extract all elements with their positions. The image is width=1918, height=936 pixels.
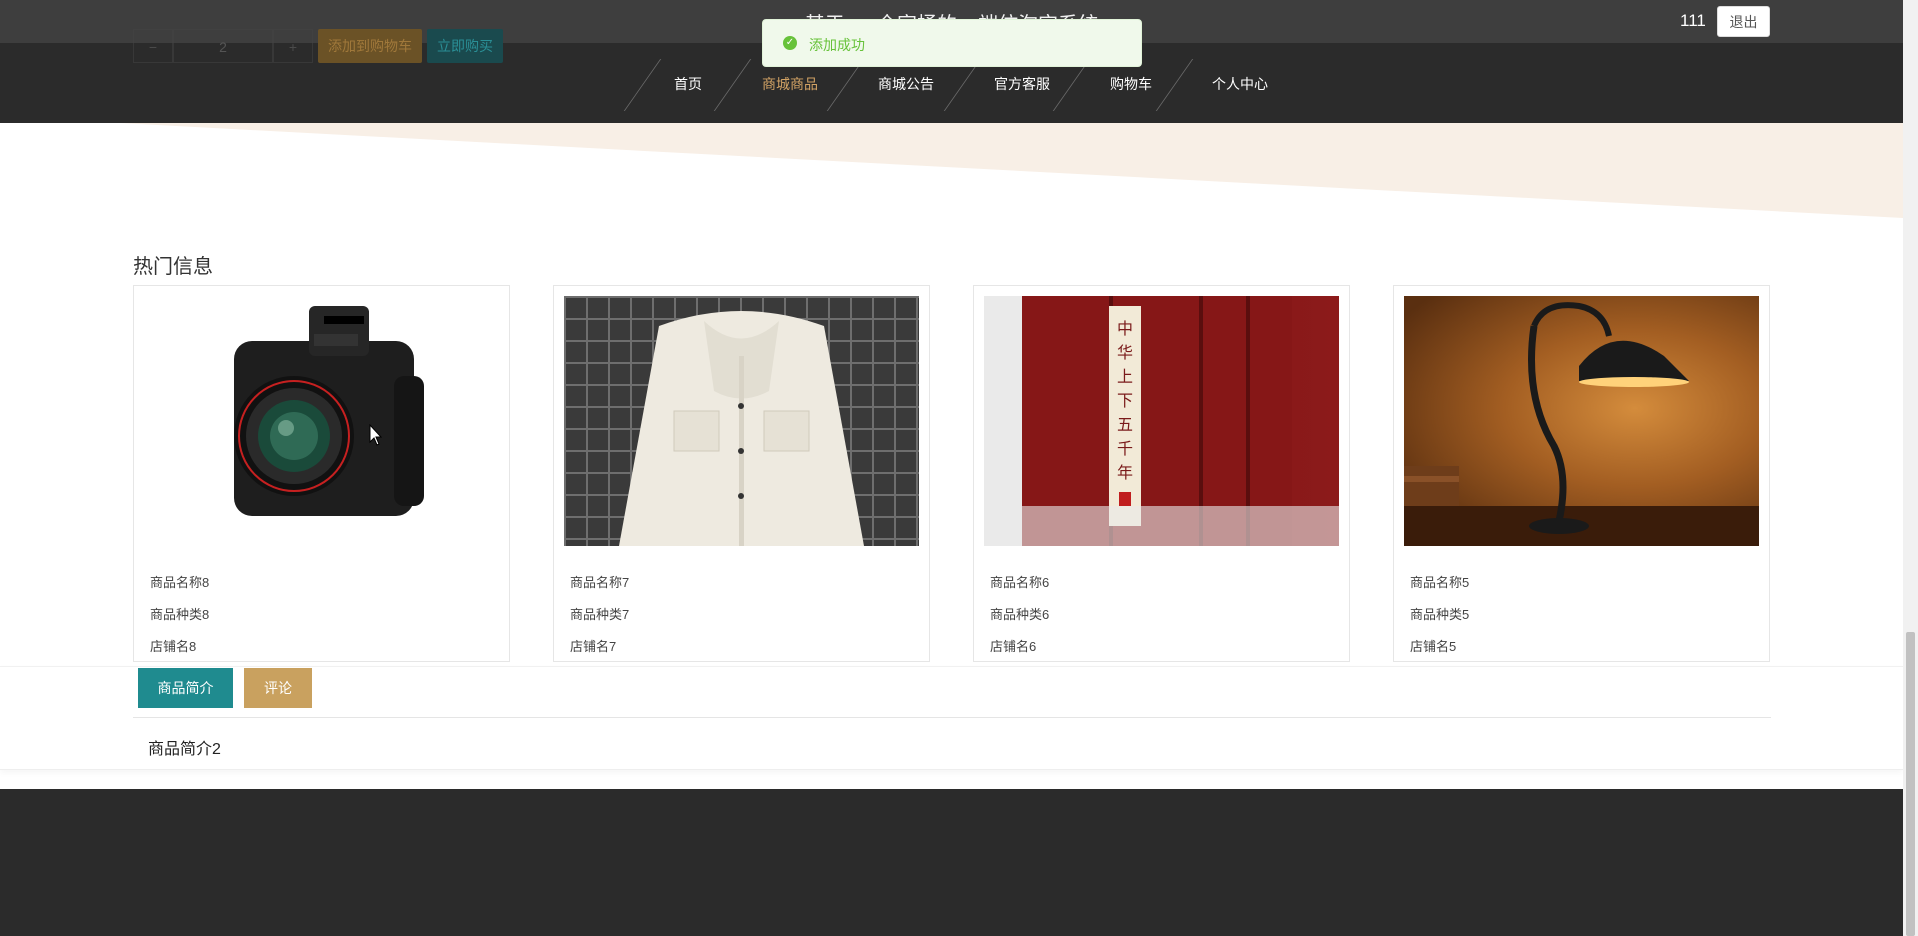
quantity-plus-button[interactable]: + [273,29,313,63]
product-name: 商品名称7 [570,575,630,590]
product-card[interactable]: 中 华 上 下 五 千 年 商品名称6 商品种类6 店铺名6 [973,285,1350,662]
nav-item-home[interactable]: 首页 [674,74,702,94]
product-card[interactable]: 商品名称8 商品种类8 店铺名8 [133,285,510,662]
product-category: 商品种类6 [990,607,1050,622]
mouse-cursor-icon [369,424,383,446]
product-shop: 店铺名7 [570,639,617,654]
product-card[interactable]: 商品名称5 商品种类5 店铺名5 [1393,285,1770,662]
svg-text:华: 华 [1117,343,1133,362]
product-category: 商品种类5 [1410,607,1470,622]
tab-comments[interactable]: 评论 [244,668,312,708]
tab-divider [133,717,1771,718]
product-shop: 店铺名5 [1410,639,1457,654]
svg-text:中: 中 [1117,319,1133,338]
product-category: 商品种类8 [150,607,210,622]
svg-text:五: 五 [1117,415,1133,434]
product-name: 商品名称6 [990,575,1050,590]
decorative-band [0,123,1903,218]
username: 111 [1680,11,1706,30]
page-footer [0,789,1903,936]
page-scrollbar[interactable] [1903,0,1918,936]
nav-separator [1155,59,1194,111]
add-to-cart-button[interactable]: 添加到购物车 [318,29,422,63]
section-title-hot: 热门信息 [133,256,213,278]
success-toast: ✓ 添加成功 [762,19,1142,67]
product-shop: 店铺名8 [150,639,197,654]
product-image-camera [144,296,499,546]
product-card[interactable]: 商品名称7 商品种类7 店铺名7 [553,285,930,662]
svg-text:上: 上 [1117,367,1133,386]
product-shop: 店铺名6 [990,639,1037,654]
quantity-minus-button[interactable]: − [133,29,173,63]
nav-item-profile[interactable]: 个人中心 [1212,74,1268,94]
product-image-lamp [1404,296,1759,546]
nav-separator [623,59,662,111]
product-name: 商品名称8 [150,575,210,590]
svg-text:年: 年 [1117,463,1133,482]
svg-text:千: 千 [1117,439,1133,458]
logout-button[interactable]: 退出 [1717,6,1770,37]
toast-message: 添加成功 [809,37,865,53]
nav-item-service[interactable]: 官方客服 [994,74,1050,94]
scrollbar-thumb[interactable] [1906,632,1915,936]
product-category: 商品种类7 [570,607,630,622]
quantity-input[interactable]: 2 [173,29,273,63]
product-intro-text: 商品简介2 [148,741,221,758]
nav-separator [713,59,752,111]
product-image-jacket [564,296,919,546]
nav-item-cart[interactable]: 购物车 [1110,74,1152,94]
product-name: 商品名称5 [1410,575,1470,590]
buy-now-button[interactable]: 立即购买 [427,29,503,63]
success-check-icon: ✓ [783,36,797,50]
nav-item-products[interactable]: 商城商品 [762,74,818,94]
tab-product-intro[interactable]: 商品简介 [138,668,233,708]
svg-text:下: 下 [1117,391,1133,410]
product-image-books: 中 华 上 下 五 千 年 [984,296,1339,546]
nav-item-notices[interactable]: 商城公告 [878,74,934,94]
